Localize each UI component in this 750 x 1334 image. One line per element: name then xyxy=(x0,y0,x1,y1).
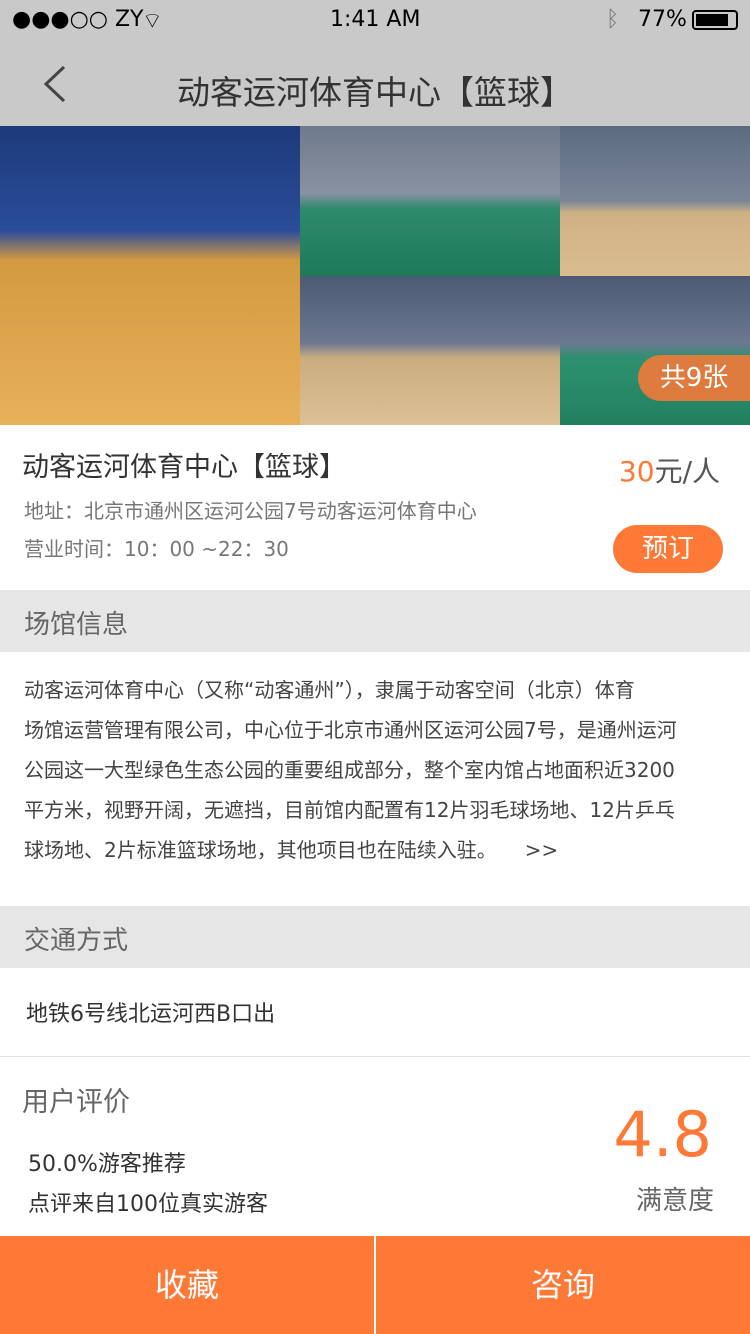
recommend-rate: 50.0%游客推荐 xyxy=(28,1152,186,1177)
page-title: 动客运河体育中心【篮球】 xyxy=(177,73,573,112)
section-header-info: 场馆信息 xyxy=(0,590,750,652)
clock: 1:41 AM xyxy=(330,7,421,32)
venue-address: 地址：北京市通州区运河公园7号动客运河体育中心 xyxy=(24,499,477,523)
venue-info: 动客运河体育中心【篮球】 30元/人 地址：北京市通州区运河公园7号动客运河体育… xyxy=(0,425,750,590)
battery-level: 77% xyxy=(638,7,687,32)
nav-bar: 动客运河体育中心【篮球】 xyxy=(0,40,750,126)
photo-count-badge[interactable]: 共9张 xyxy=(638,355,750,401)
reviews-section: 用户评价 50.0%游客推荐 点评来自100位真实游客 4.8 满意度 xyxy=(0,1058,750,1235)
photo-2[interactable] xyxy=(300,126,560,276)
venue-description: 动客运河体育中心（又称“动客通州”），隶属于动客空间（北京）体育 场馆运营管理有… xyxy=(24,670,729,870)
desc-line: 公园这一大型绿色生态公园的重要组成部分，整个室内馆占地面积近3200 xyxy=(24,758,675,782)
price-value: 30 xyxy=(618,455,655,488)
bluetooth-icon: ᛒ xyxy=(606,7,620,32)
carrier: ●●●○○ ZY xyxy=(12,7,144,32)
book-button[interactable]: 预订 xyxy=(613,525,723,573)
consult-button[interactable]: 咨询 xyxy=(376,1236,750,1334)
venue-name: 动客运河体育中心【篮球】 xyxy=(22,452,346,483)
photo-4[interactable] xyxy=(300,276,560,425)
status-bar: ●●●○○ ZY ⌔ 1:41 AM ᛒ 77% xyxy=(0,0,750,40)
battery-icon xyxy=(692,10,738,30)
desc-line: 平方米，视野开阔，无遮挡，目前馆内配置有12片羽毛球场地、12片乒乓 xyxy=(24,798,675,822)
more-link[interactable]: >> xyxy=(525,838,559,862)
photo-3[interactable] xyxy=(560,126,750,276)
venue-hours: 营业时间：10：00 ~22：30 xyxy=(24,537,289,561)
price: 30元/人 xyxy=(619,450,720,490)
photo-main[interactable] xyxy=(0,126,300,425)
rating-label: 满意度 xyxy=(635,1186,714,1216)
transport-text: 地铁6号线北运河西B口出 xyxy=(0,968,750,1057)
wifi-icon: ⌔ xyxy=(142,9,163,34)
rating-score: 4.8 xyxy=(613,1098,712,1171)
reviews-title: 用户评价 xyxy=(22,1087,130,1118)
favorite-button[interactable]: 收藏 xyxy=(0,1236,374,1334)
price-unit: 元/人 xyxy=(654,455,720,488)
desc-line: 球场地、2片标准篮球场地，其他项目也在陆续入驻。 >> xyxy=(24,838,559,862)
bottom-action-bar: 收藏 咨询 xyxy=(0,1236,750,1334)
desc-line: 动客运河体育中心（又称“动客通州”），隶属于动客空间（北京）体育 xyxy=(24,678,635,702)
section-header-transport: 交通方式 xyxy=(0,906,750,968)
photo-5[interactable] xyxy=(560,276,750,425)
review-source: 点评来自100位真实游客 xyxy=(28,1192,268,1217)
desc-line: 场馆运营管理有限公司，中心位于北京市通州区运河公园7号，是通州运河 xyxy=(24,718,677,742)
